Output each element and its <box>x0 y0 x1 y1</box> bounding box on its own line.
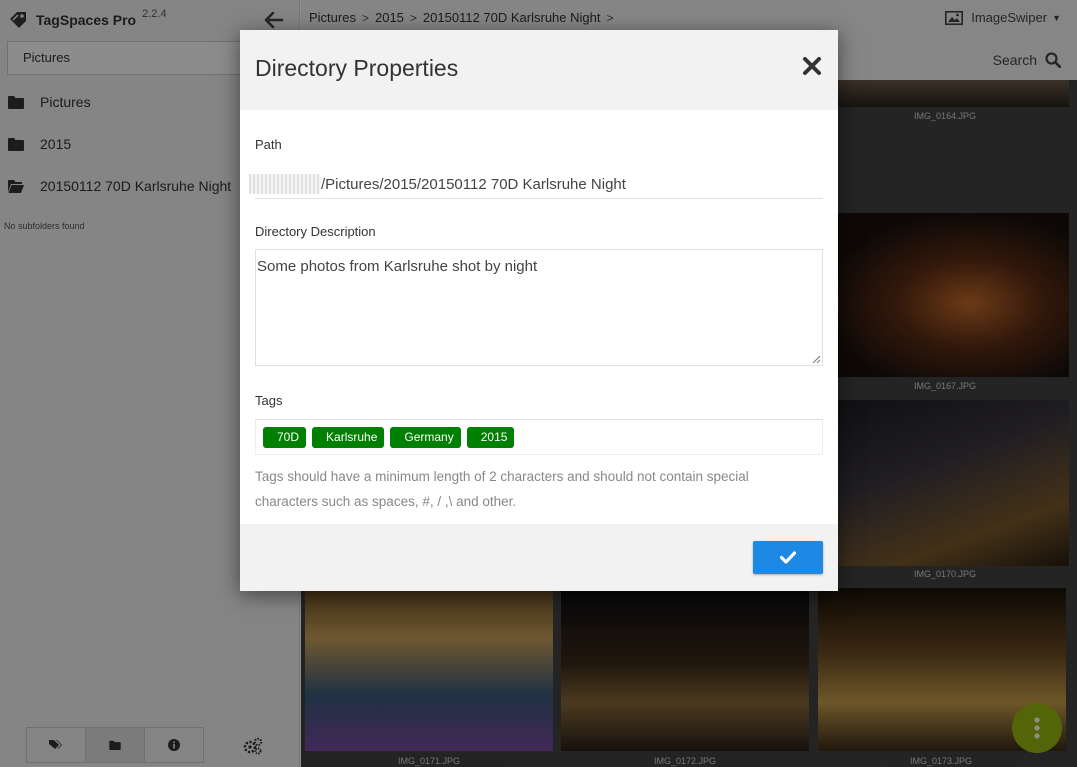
tag-chip[interactable]: 2015 <box>466 426 515 448</box>
description-label: Directory Description <box>255 224 376 239</box>
tags-input[interactable]: 70D Karlsruhe Germany 2015 <box>255 419 823 455</box>
path-label: Path <box>255 137 282 152</box>
tag-chip[interactable]: Karlsruhe <box>312 426 385 448</box>
directory-properties-dialog: Directory Properties Path /Pictures/2015… <box>240 30 838 591</box>
description-value: Some photos from Karlsruhe shot by night <box>257 258 538 275</box>
resize-grip-icon[interactable] <box>812 355 821 364</box>
dialog-footer <box>240 524 838 591</box>
dialog-header: Directory Properties <box>240 30 838 110</box>
path-value: /Pictures/2015/20150112 70D Karlsruhe Ni… <box>321 175 626 193</box>
close-icon[interactable] <box>802 56 822 76</box>
tag-chip[interactable]: 70D <box>263 426 307 448</box>
path-field: /Pictures/2015/20150112 70D Karlsruhe Ni… <box>249 170 823 199</box>
checkmark-icon <box>780 551 796 564</box>
confirm-button[interactable] <box>753 541 823 574</box>
description-textarea[interactable]: Some photos from Karlsruhe shot by night <box>255 249 823 366</box>
redacted-path-prefix <box>249 174 321 194</box>
tags-label: Tags <box>255 393 283 408</box>
dialog-title: Directory Properties <box>255 55 459 81</box>
tag-chip[interactable]: Germany <box>390 426 461 448</box>
tags-help-text: Tags should have a minimum length of 2 c… <box>255 469 749 509</box>
dialog-body: Path /Pictures/2015/20150112 70D Karlsru… <box>240 110 838 524</box>
